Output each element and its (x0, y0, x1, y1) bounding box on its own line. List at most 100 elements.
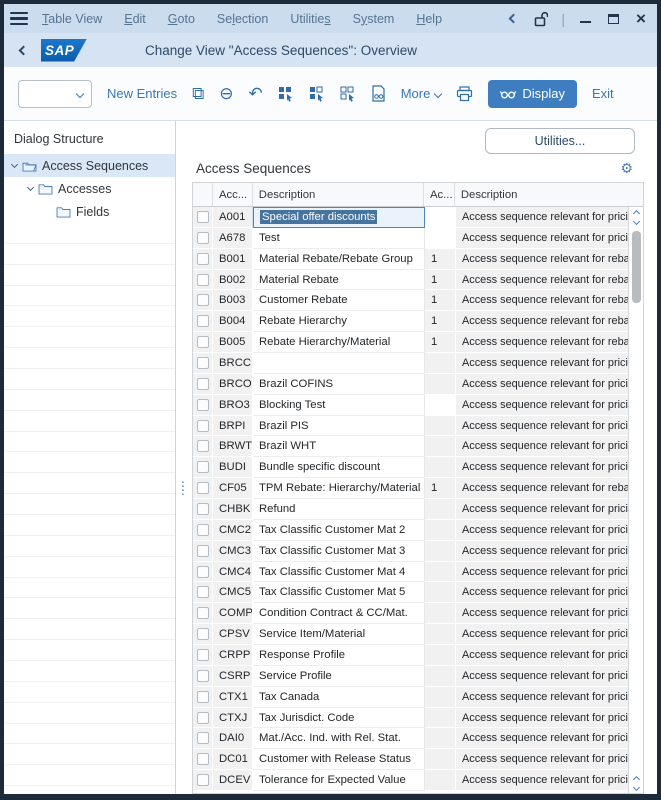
description-cell[interactable]: Tolerance for Expected Value (253, 770, 425, 792)
menu-item[interactable]: Utilities (290, 12, 330, 26)
splitter-grip-icon[interactable]: ⋮ ⋮ (177, 480, 189, 496)
row-select-checkbox[interactable] (196, 315, 209, 328)
description-cell[interactable]: Blocking Test (253, 394, 425, 416)
row-select-checkbox[interactable] (196, 461, 209, 474)
row-select-checkbox[interactable] (196, 419, 209, 432)
undo-icon[interactable]: ↶ (248, 85, 262, 102)
description-cell[interactable]: Brazil COFINS (253, 373, 425, 395)
command-combobox[interactable] (18, 79, 92, 108)
row-select-checkbox[interactable] (196, 565, 209, 578)
description-cell[interactable]: Customer Rebate (253, 290, 425, 312)
delete-row-icon[interactable]: ⊖ (219, 85, 233, 102)
tree-item-fields[interactable]: Fields (4, 200, 175, 223)
row-select-checkbox[interactable] (196, 607, 209, 620)
select-all-column-header[interactable] (193, 183, 213, 206)
row-select-checkbox[interactable] (196, 440, 209, 453)
back-button[interactable] (18, 41, 29, 59)
row-select-checkbox[interactable] (196, 523, 209, 536)
row-select-checkbox[interactable] (196, 690, 209, 703)
row-select-checkbox[interactable] (196, 502, 209, 515)
description-cell[interactable] (253, 353, 425, 374)
row-select-checkbox[interactable] (196, 273, 209, 286)
row-select-checkbox[interactable] (196, 252, 209, 265)
description-cell[interactable]: Customer with Release Status (253, 749, 425, 771)
description-cell[interactable]: Special offer discounts (253, 207, 425, 228)
maximize-button[interactable] (605, 11, 621, 27)
tree-item-access-sequences[interactable]: Access Sequences (4, 154, 175, 177)
row-select-checkbox[interactable] (196, 294, 209, 307)
row-select-checkbox[interactable] (196, 753, 209, 766)
description-cell[interactable]: Mat./Acc. Ind. with Rel. Stat. (253, 728, 425, 750)
menu-item[interactable]: Selection (217, 12, 268, 26)
description-cell[interactable]: Brazil WHT (253, 436, 425, 458)
row-select-checkbox[interactable] (196, 231, 209, 244)
menu-item[interactable]: Edit (124, 12, 146, 26)
scrollbar-thumb[interactable] (631, 231, 641, 303)
menu-item[interactable]: Goto (168, 12, 195, 26)
unlock-icon[interactable] (533, 11, 549, 27)
row-select-checkbox[interactable] (196, 628, 209, 641)
description-cell[interactable]: Refund (253, 499, 425, 520)
row-select-checkbox[interactable] (196, 336, 209, 349)
description-cell[interactable]: Tax Classific Customer Mat 4 (253, 561, 425, 583)
row-select-checkbox[interactable] (196, 586, 209, 599)
new-entries-button[interactable]: New Entries (107, 86, 177, 101)
row-select-checkbox[interactable] (196, 377, 209, 390)
expander-chevron-icon[interactable] (10, 160, 19, 169)
description-cell[interactable]: Rebate Hierarchy/Material (253, 332, 425, 354)
menu-item[interactable]: Table View (42, 12, 102, 26)
deselect-all-icon[interactable] (340, 86, 356, 102)
row-select-checkbox[interactable] (196, 482, 209, 495)
more-menu-button[interactable]: More (401, 86, 443, 101)
description-cell[interactable]: Rebate Hierarchy (253, 311, 425, 333)
description-cell[interactable]: Tax Canada (253, 686, 425, 708)
row-select-checkbox[interactable] (196, 648, 209, 661)
menu-item[interactable]: Help (416, 12, 442, 26)
row-select-checkbox[interactable] (196, 356, 209, 369)
description-cell[interactable]: Response Profile (253, 645, 425, 666)
scroll-down-icon[interactable] (632, 217, 640, 226)
description-cell[interactable]: Material Rebate/Rebate Group (253, 248, 425, 270)
description-cell[interactable]: Brazil PIS (253, 415, 425, 437)
description-cell[interactable]: Test (253, 227, 425, 249)
scroll-down-icon[interactable] (632, 783, 640, 792)
row-select-checkbox[interactable] (196, 774, 209, 787)
description-cell[interactable]: Service Item/Material (253, 624, 425, 646)
display-toggle-button[interactable]: Display (488, 79, 577, 108)
row-select-checkbox[interactable] (196, 669, 209, 682)
description-cell[interactable]: Condition Contract & CC/Mat. (253, 603, 425, 625)
description-cell[interactable]: Material Rebate (253, 269, 425, 291)
description-cell[interactable]: Tax Classific Customer Mat 3 (253, 540, 425, 562)
column-header-description-2[interactable]: Description (455, 183, 643, 206)
row-select-checkbox[interactable] (196, 544, 209, 557)
table-scrollbar[interactable] (628, 207, 643, 793)
expander-chevron-icon[interactable] (26, 183, 35, 192)
panel-splitter[interactable]: ⋮ ⋮ (176, 121, 189, 794)
utilities-button[interactable]: Utilities... (485, 128, 635, 154)
tree-item-accesses[interactable]: Accesses (4, 177, 175, 200)
select-block-icon[interactable] (309, 86, 325, 102)
column-header-description[interactable]: Description (253, 183, 424, 206)
row-select-checkbox[interactable] (196, 732, 209, 745)
menu-scroll-left-icon[interactable] (505, 11, 521, 27)
description-cell[interactable]: Tax Classific Customer Mat 5 (253, 582, 425, 604)
copy-icon[interactable]: ⧉ (192, 85, 204, 102)
row-select-checkbox[interactable] (196, 711, 209, 724)
scroll-up-icon[interactable] (632, 775, 640, 784)
description-cell[interactable]: TPM Rebate: Hierarchy/Material (253, 478, 425, 500)
column-header-acc[interactable]: Acc... (213, 183, 253, 206)
menu-item[interactable]: System (353, 12, 395, 26)
scroll-up-icon[interactable] (632, 209, 640, 218)
field-contents-icon[interactable] (371, 85, 386, 102)
print-icon[interactable] (456, 85, 473, 102)
close-button[interactable]: × (633, 10, 649, 27)
description-cell[interactable]: Service Profile (253, 665, 425, 687)
row-select-checkbox[interactable] (196, 210, 209, 223)
minimize-button[interactable] (577, 11, 593, 27)
exit-button[interactable]: Exit (592, 86, 614, 101)
column-header-ac[interactable]: Ac... (424, 183, 455, 206)
table-settings-gear-icon[interactable]: ⚙ (620, 160, 633, 177)
hamburger-menu-icon[interactable] (10, 11, 28, 26)
row-select-checkbox[interactable] (196, 398, 209, 411)
description-cell[interactable]: Tax Jurisdict. Code (253, 707, 425, 729)
